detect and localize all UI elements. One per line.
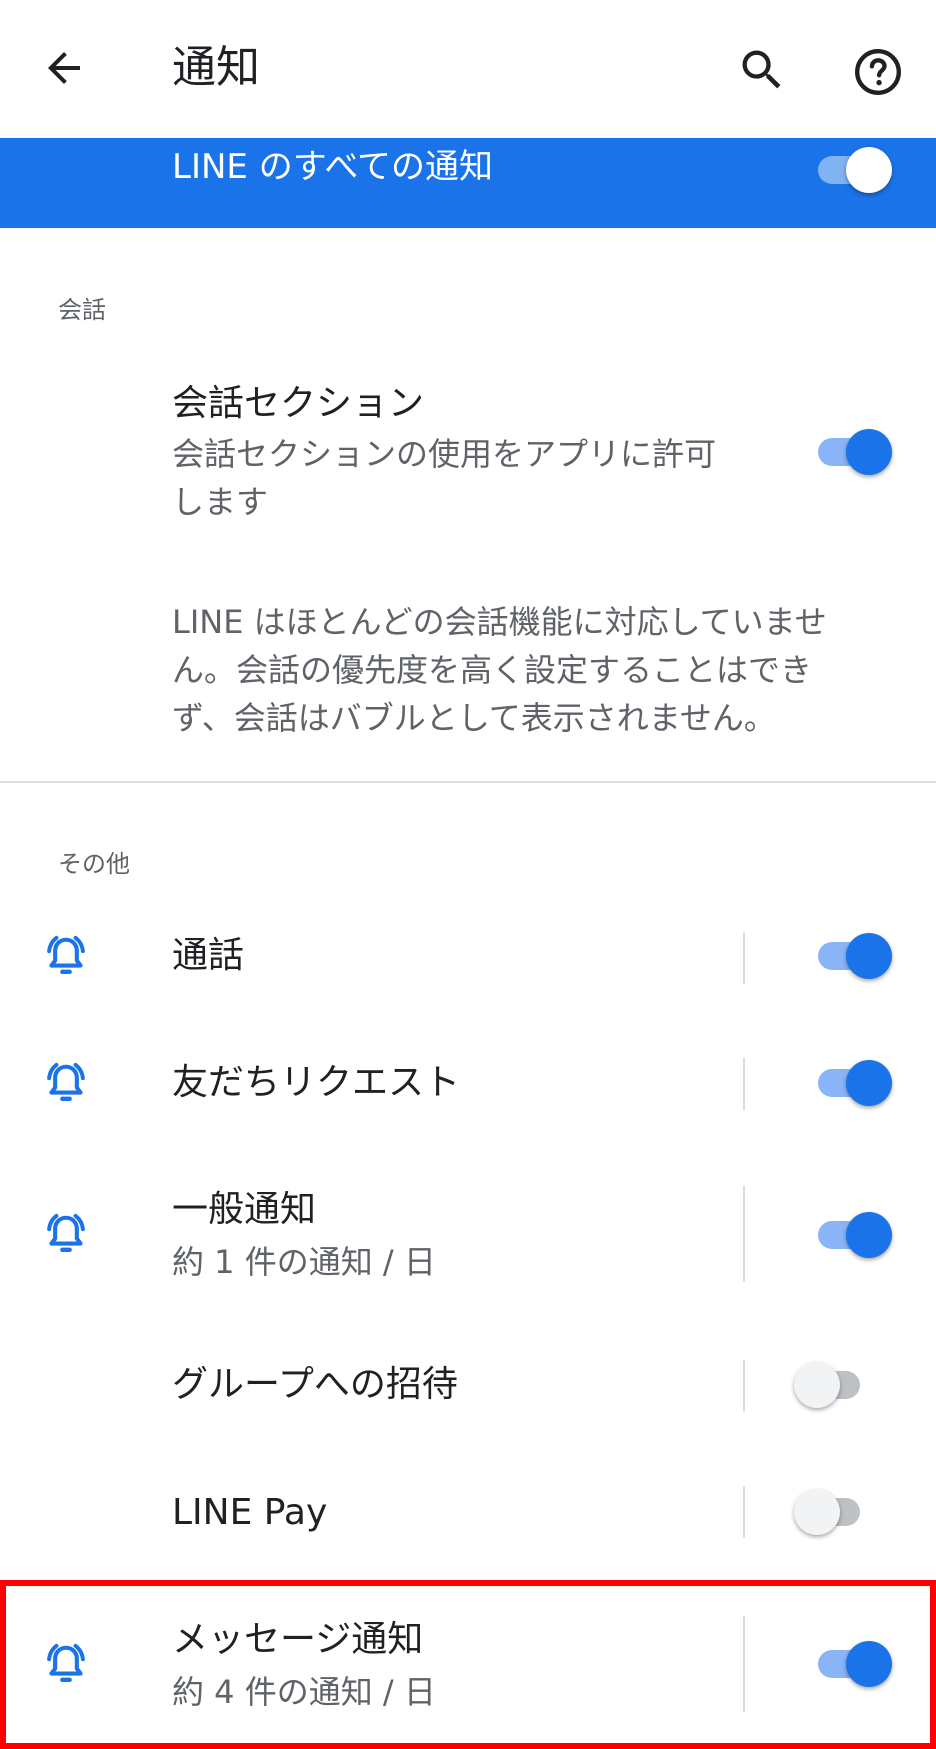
- conversation-section-switch[interactable]: [812, 424, 896, 480]
- section-header-conversation: 会話: [58, 296, 106, 324]
- search-icon[interactable]: [736, 44, 788, 96]
- conversation-section-title: 会話セクション: [172, 383, 425, 424]
- channel-switch-group-invites[interactable]: [794, 1357, 878, 1413]
- channel-switch-general[interactable]: [812, 1207, 896, 1263]
- all-notifications-switch[interactable]: [812, 142, 896, 198]
- conversation-note-line2: ん。会話の優先度を高く設定することはでき: [172, 651, 813, 689]
- bell-ringing-icon: [47, 935, 85, 974]
- arrow-back-icon[interactable]: [40, 44, 88, 92]
- row-divider: [743, 1058, 745, 1110]
- row-divider: [743, 932, 745, 984]
- channel-switch-friend-requests[interactable]: [812, 1055, 896, 1111]
- highlight-frame: [0, 1580, 936, 1749]
- channel-title: 一般通知: [172, 1189, 317, 1230]
- channel-title: 通話: [172, 935, 245, 976]
- bell-ringing-icon: [47, 1062, 85, 1101]
- section-divider: [0, 781, 936, 783]
- conversation-section-desc-line2: します: [172, 483, 269, 521]
- channel-switch-calls[interactable]: [812, 928, 896, 984]
- channel-title: LINE Pay: [172, 1492, 328, 1533]
- row-divider: [743, 1486, 745, 1538]
- conversation-section-desc-line1: 会話セクションの使用をアプリに許可: [172, 435, 717, 473]
- all-notifications-banner[interactable]: LINE のすべての通知: [0, 138, 936, 228]
- conversation-note: LINE はほとんどの会話機能に対応していませ ん。会話の優先度を高く設定するこ…: [172, 598, 872, 742]
- all-notifications-label: LINE のすべての通知: [172, 147, 493, 187]
- bell-ringing-icon: [47, 1213, 85, 1252]
- channel-switch-line-pay[interactable]: [794, 1484, 878, 1540]
- app-bar: 通知: [0, 0, 936, 138]
- conversation-note-line1: LINE はほとんどの会話機能に対応していませ: [172, 603, 827, 641]
- conversation-note-line3: ず、会話はバブルとして表示されません。: [172, 699, 776, 737]
- channel-title: 友だちリクエスト: [172, 1062, 461, 1103]
- channel-title: グループへの招待: [172, 1364, 458, 1405]
- channel-frequency: 約 1 件の通知 / 日: [172, 1243, 436, 1281]
- row-divider: [743, 1186, 745, 1282]
- help-icon[interactable]: [852, 46, 904, 98]
- page-title: 通知: [172, 42, 260, 93]
- row-divider: [743, 1360, 745, 1412]
- section-header-other: その他: [58, 850, 130, 878]
